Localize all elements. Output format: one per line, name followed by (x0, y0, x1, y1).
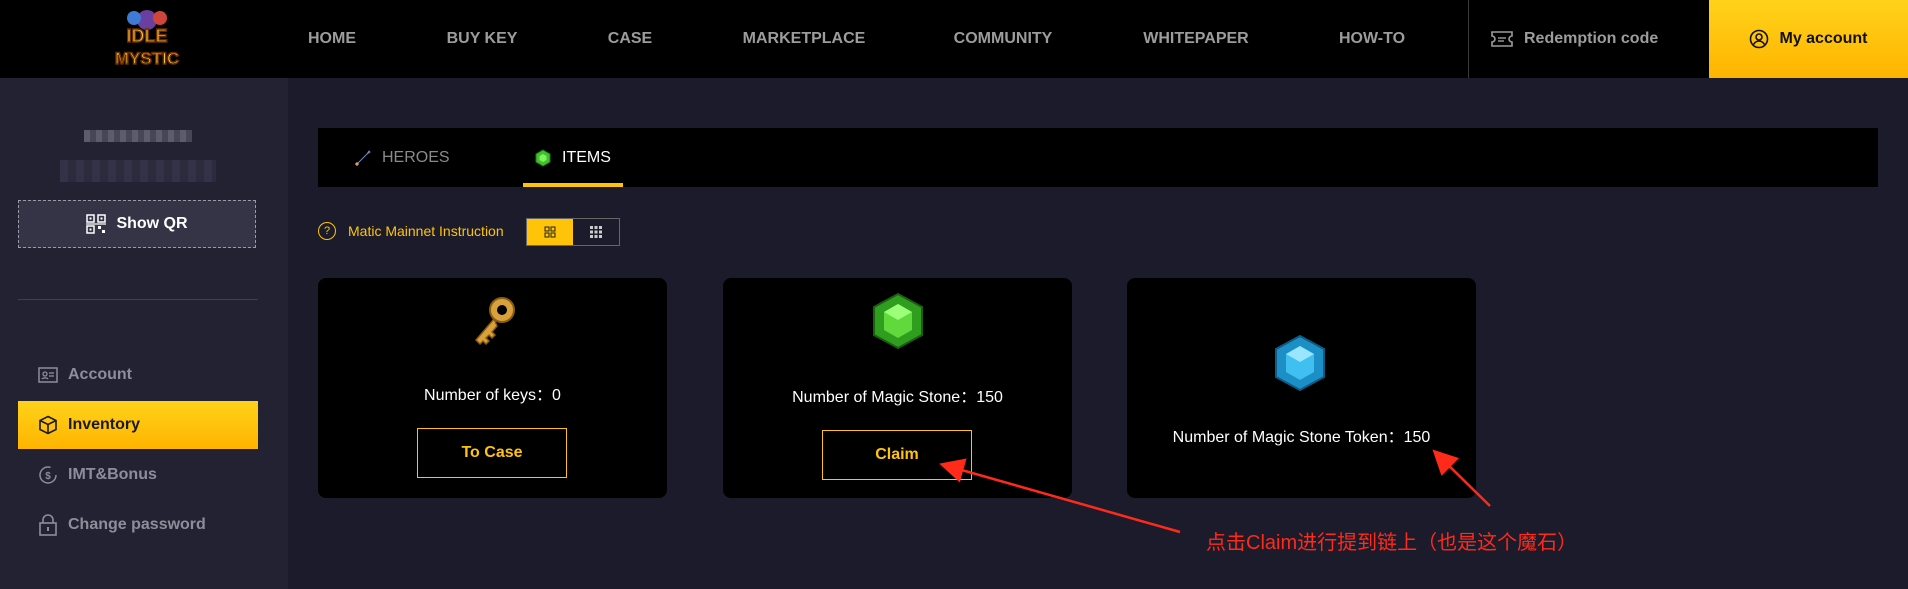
blue-gem-icon (1275, 334, 1325, 392)
redemption-code-label: Redemption code (1524, 30, 1659, 47)
nav-community[interactable]: COMMUNITY (940, 0, 1066, 78)
blurred-address (60, 160, 216, 182)
magic-stone-token-count-label: Number of Magic Stone Token：150 (1172, 429, 1431, 446)
blurred-username (84, 130, 192, 142)
sidebar-item-account[interactable]: Account (18, 351, 258, 399)
grid-large-view-button[interactable] (527, 219, 573, 245)
active-tab-indicator (523, 183, 623, 187)
sidebar-item-label: Change password (68, 516, 206, 533)
sword-icon (354, 149, 371, 166)
sidebar-divider (18, 299, 258, 300)
tab-items[interactable]: ITEMS (534, 128, 611, 187)
id-card-icon (38, 367, 58, 383)
tabs-bar: HEROES ITEMS (318, 128, 1878, 187)
sidebar-item-label: IMT&Bonus (68, 466, 157, 483)
green-gem-icon (873, 292, 923, 350)
keys-count-label: Number of keys：0 (424, 387, 561, 404)
magic-stone-count-label: Number of Magic Stone：150 (792, 389, 1003, 406)
qr-code-icon (86, 214, 107, 234)
grid-small-view-button[interactable] (573, 219, 619, 245)
my-account-label: My account (1779, 30, 1868, 47)
sidebar-item-inventory[interactable]: Inventory (18, 401, 258, 449)
nav-how-to[interactable]: HOW-TO (1322, 0, 1422, 78)
coin-icon: $ (39, 466, 57, 484)
claim-button[interactable]: Claim (822, 430, 972, 480)
matic-mainnet-instruction-link[interactable]: ? Matic Mainnet Instruction (318, 222, 504, 240)
sidebar-item-change-password[interactable]: Change password (18, 501, 258, 549)
nav-whitepaper[interactable]: WHITEPAPER (1128, 0, 1264, 78)
redemption-code-button[interactable]: Redemption code (1490, 0, 1658, 78)
sidebar: Show QR Account Inventory $ IMT&Bonus Ch… (0, 78, 288, 589)
show-qr-label: Show QR (116, 215, 188, 232)
nav-marketplace[interactable]: MARKETPLACE (728, 0, 880, 78)
sidebar-item-imt-bonus[interactable]: $ IMT&Bonus (18, 451, 258, 499)
tab-label: HEROES (382, 148, 450, 166)
sidebar-item-label: Inventory (68, 416, 141, 433)
item-card-magic-stone: Number of Magic Stone：150 Claim (723, 278, 1072, 498)
tab-heroes[interactable]: HEROES (354, 128, 450, 187)
instruction-label: Matic Mainnet Instruction (348, 223, 504, 239)
nav-divider (1468, 0, 1469, 78)
grid-large-icon (544, 226, 556, 238)
ticket-icon (1491, 31, 1513, 47)
nav-case[interactable]: CASE (590, 0, 670, 78)
svg-text:IDLE: IDLE (126, 26, 167, 46)
sidebar-item-label: Account (68, 366, 132, 383)
to-case-button[interactable]: To Case (417, 428, 567, 478)
show-qr-button[interactable]: Show QR (18, 200, 256, 248)
top-navbar: IDLE MYSTIC HOME BUY KEY CASE MARKETPLAC… (0, 0, 1908, 78)
tab-label: ITEMS (562, 148, 611, 166)
annotation-text: 点击Claim进行提到链上（也是这个魔石） (1206, 532, 1578, 554)
view-toggle (526, 218, 620, 246)
svg-text:$: $ (45, 471, 51, 482)
item-card-magic-stone-token: Number of Magic Stone Token：150 (1127, 278, 1476, 498)
item-card-keys: Number of keys：0 To Case (318, 278, 667, 498)
idle-mystic-logo[interactable]: IDLE MYSTIC (104, 6, 190, 70)
svg-text:MYSTIC: MYSTIC (115, 49, 179, 68)
nav-home[interactable]: HOME (290, 0, 374, 78)
user-icon (1750, 29, 1769, 49)
my-account-button[interactable]: My account (1709, 0, 1908, 78)
box-icon (39, 415, 57, 435)
nav-buy-key[interactable]: BUY KEY (432, 0, 532, 78)
grid-small-icon (590, 226, 602, 238)
key-icon (474, 297, 515, 346)
question-icon: ? (318, 222, 336, 240)
green-gem-icon (535, 148, 551, 167)
lock-icon (39, 514, 57, 536)
